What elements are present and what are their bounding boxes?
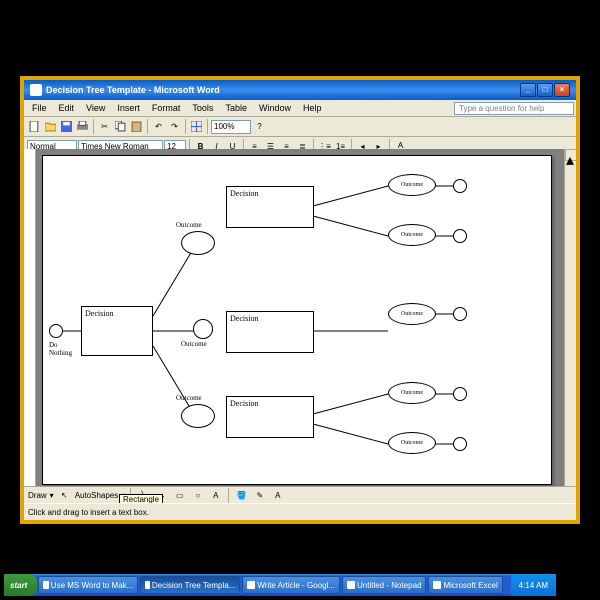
menu-tools[interactable]: Tools	[186, 102, 219, 114]
taskbar-item-3[interactable]: Write Article - Googl...	[242, 576, 340, 594]
end-node-3[interactable]	[453, 307, 467, 321]
status-bar: Click and drag to insert a text box.	[24, 503, 576, 520]
menu-view[interactable]: View	[80, 102, 111, 114]
decision-box-2b[interactable]: Decision	[226, 311, 314, 353]
do-nothing-label: Do Nothing	[49, 341, 72, 357]
help-icon[interactable]: ?	[252, 119, 267, 134]
zoom-combo[interactable]: 100%	[211, 120, 251, 134]
cut-icon[interactable]: ✂	[97, 119, 112, 134]
start-button[interactable]: start	[4, 574, 37, 596]
window-title: Decision Tree Template - Microsoft Word	[46, 85, 220, 95]
draw-menu[interactable]: Draw	[28, 491, 47, 500]
autoshapes-menu[interactable]: AutoShapes	[75, 491, 119, 500]
menu-format[interactable]: Format	[146, 102, 187, 114]
title-bar: Decision Tree Template - Microsoft Word …	[24, 80, 576, 100]
outcome-oval-mid[interactable]: Outcome	[388, 303, 436, 325]
outcome-label-1b: Outcome	[181, 340, 207, 348]
system-tray[interactable]: 4:14 AM	[511, 574, 556, 596]
document-area[interactable]: Do Nothing Decision Outcome Outcome Outc…	[36, 149, 564, 486]
outcome-oval-1a[interactable]	[181, 231, 215, 255]
taskbar-item-4[interactable]: Untitled - Notepad	[342, 576, 426, 594]
oval-icon[interactable]: ○	[190, 488, 205, 503]
start-node[interactable]	[49, 324, 63, 338]
menu-window[interactable]: Window	[253, 102, 297, 114]
decision-box-1[interactable]: Decision	[81, 306, 153, 356]
drawing-toolbar: Draw▾ ↖ AutoShapes▾ ╲ → ▭ ○ A 🪣 ✎ A Rect…	[24, 486, 576, 503]
font-color-icon[interactable]: A	[270, 488, 285, 503]
taskbar-item-5[interactable]: Microsoft Excel	[428, 576, 502, 594]
menu-help[interactable]: Help	[297, 102, 328, 114]
redo-icon[interactable]: ↷	[167, 119, 182, 134]
maximize-button[interactable]: □	[537, 83, 553, 97]
new-doc-icon[interactable]	[27, 119, 42, 134]
status-hint: Click and drag to insert a text box.	[28, 508, 149, 517]
menu-bar: File Edit View Insert Format Tools Table…	[24, 100, 576, 117]
document-page: Do Nothing Decision Outcome Outcome Outc…	[42, 155, 552, 485]
menu-insert[interactable]: Insert	[111, 102, 146, 114]
copy-icon[interactable]	[113, 119, 128, 134]
outcome-oval-top1[interactable]: Outcome	[388, 174, 436, 196]
paste-icon[interactable]	[129, 119, 144, 134]
taskbar-item-1[interactable]: Use MS Word to Mak...	[38, 576, 138, 594]
outcome-oval-top2[interactable]: Outcome	[388, 224, 436, 246]
select-icon[interactable]: ↖	[57, 488, 72, 503]
table-icon[interactable]	[189, 119, 204, 134]
outcome-oval-bot2[interactable]: Outcome	[388, 432, 436, 454]
decision-box-2a[interactable]: Decision	[226, 186, 314, 228]
outcome-oval-bot1[interactable]: Outcome	[388, 382, 436, 404]
word-app-icon	[30, 84, 42, 96]
scroll-up-icon[interactable]: ▴	[565, 149, 577, 161]
outcome-oval-1b[interactable]	[193, 319, 213, 339]
undo-icon[interactable]: ↶	[151, 119, 166, 134]
end-node-2[interactable]	[453, 229, 467, 243]
help-search-input[interactable]: Type a question for help	[454, 102, 574, 115]
menu-table[interactable]: Table	[219, 102, 253, 114]
vertical-ruler[interactable]	[24, 149, 36, 486]
end-node-1[interactable]	[453, 179, 467, 193]
outcome-label-1a: Outcome	[176, 221, 202, 229]
end-node-4[interactable]	[453, 387, 467, 401]
textbox-icon[interactable]: A	[208, 488, 223, 503]
rectangle-icon[interactable]: ▭	[172, 488, 187, 503]
vertical-scrollbar[interactable]: ▴	[564, 149, 576, 486]
outcome-oval-1c[interactable]	[181, 404, 215, 428]
minimize-button[interactable]: _	[520, 83, 536, 97]
decision-box-2c[interactable]: Decision	[226, 396, 314, 438]
save-icon[interactable]	[59, 119, 74, 134]
standard-toolbar: ✂ ↶ ↷ 100% ?	[24, 117, 576, 137]
fill-icon[interactable]: 🪣	[234, 488, 249, 503]
end-node-5[interactable]	[453, 437, 467, 451]
menu-file[interactable]: File	[26, 102, 53, 114]
windows-taskbar: start Use MS Word to Mak... Decision Tre…	[4, 574, 556, 596]
line-color-icon[interactable]: ✎	[252, 488, 267, 503]
outcome-label-1c: Outcome	[176, 394, 202, 402]
open-icon[interactable]	[43, 119, 58, 134]
taskbar-item-2[interactable]: Decision Tree Templa...	[140, 576, 240, 594]
print-icon[interactable]	[75, 119, 90, 134]
menu-edit[interactable]: Edit	[53, 102, 81, 114]
close-button[interactable]: ×	[554, 83, 570, 97]
clock: 4:14 AM	[519, 581, 548, 590]
